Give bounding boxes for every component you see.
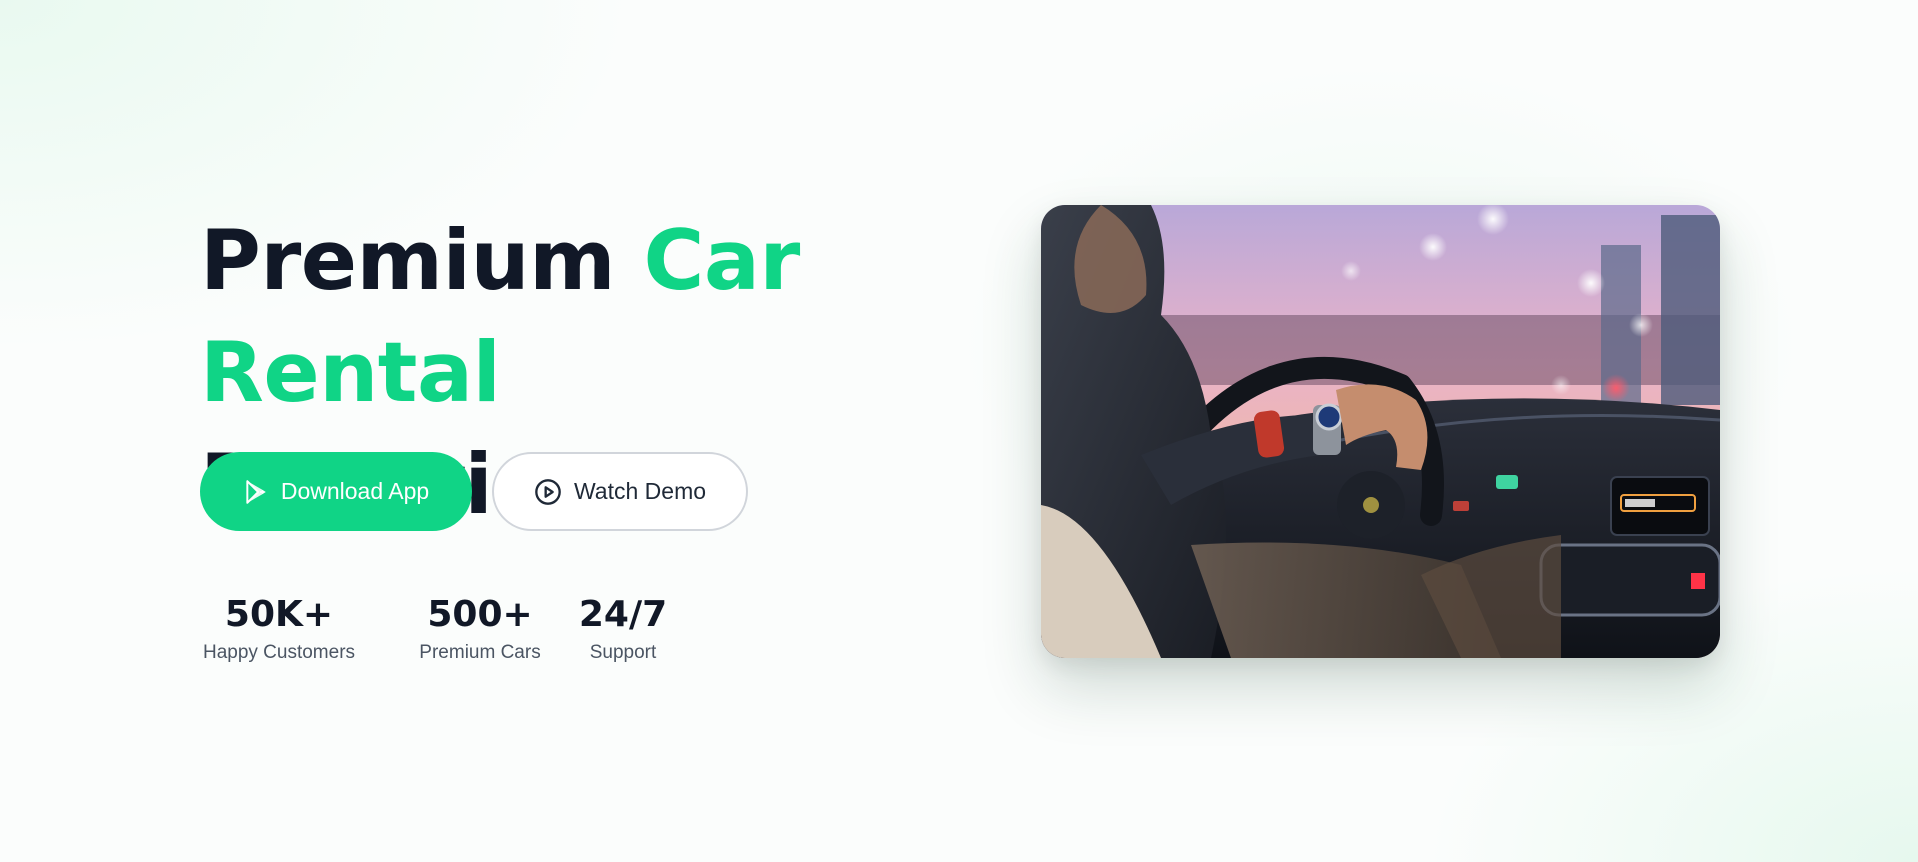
driver-photo-illustration <box>1041 205 1720 658</box>
stat-cars: 500+ Premium Cars <box>398 593 562 665</box>
download-app-label: Download App <box>280 478 430 504</box>
headline-word-premium: Premium <box>200 212 644 309</box>
stat-label: Premium Cars <box>419 642 541 663</box>
stat-label: Support <box>589 642 657 663</box>
stat-value: 24/7 <box>578 594 668 635</box>
hero-section: Premium Car Rental Experience Download A… <box>0 0 1918 862</box>
stat-label: Happy Customers <box>202 642 356 663</box>
play-store-icon <box>243 479 269 505</box>
watch-demo-label: Watch Demo <box>573 478 707 504</box>
headline-word-rental: Rental <box>200 324 501 421</box>
driver-photo <box>1041 205 1720 658</box>
cta-buttons: Download App Watch Demo <box>200 452 748 531</box>
stat-customers: 50K+ Happy Customers <box>200 593 358 665</box>
download-app-button[interactable]: Download App <box>200 452 472 531</box>
watch-demo-button[interactable]: Watch Demo <box>492 452 748 531</box>
stat-value: 50K+ <box>224 594 334 635</box>
stat-value: 500+ <box>427 594 533 635</box>
play-circle-icon <box>534 478 562 506</box>
stat-support: 24/7 Support <box>578 593 668 665</box>
headline-word-car: Car <box>643 212 800 309</box>
stats-row: 50K+ Happy Customers 500+ Premium Cars 2… <box>200 593 668 665</box>
